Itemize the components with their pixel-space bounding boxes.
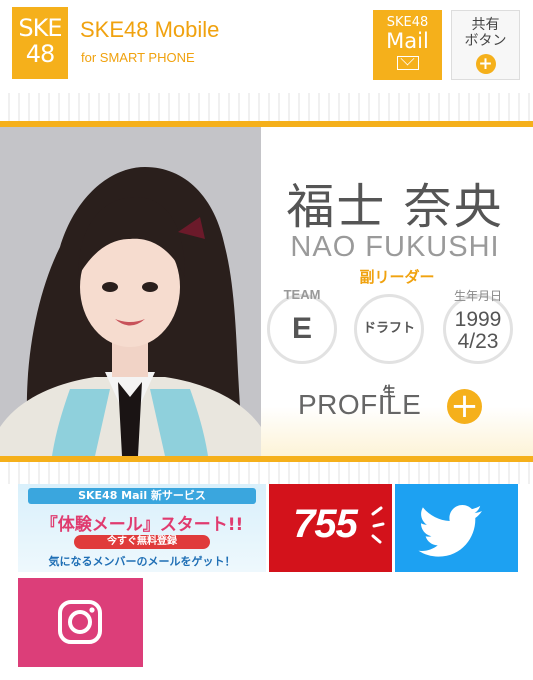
- instagram-icon: [58, 600, 102, 644]
- share-button-line2: ボタン: [464, 33, 507, 49]
- team-badge: E: [267, 294, 337, 364]
- birth-year: 1999: [454, 308, 502, 331]
- site-subtitle: for SMART PHONE: [81, 50, 195, 65]
- share-button-line1: 共有: [471, 17, 500, 33]
- mail-button-line2: Mail: [386, 29, 429, 53]
- app-755-logo: 755: [293, 502, 358, 546]
- team-value: E: [291, 312, 312, 345]
- ske48-mail-button[interactable]: SKE48 Mail: [373, 10, 442, 80]
- logo-text-top: SKE: [18, 14, 62, 42]
- stripe-divider-bottom: [0, 462, 533, 484]
- mail-banner-header: SKE48 Mail 新サービス: [28, 488, 256, 504]
- trial-mail-banner[interactable]: SKE48 Mail 新サービス 『体験メール』スタート!! 今すぐ無料登録 気…: [18, 484, 266, 572]
- site-header: SKE 48 SKE48 Mobile for SMART PHONE SKE4…: [0, 0, 533, 93]
- member-role: 副リーダー: [359, 268, 435, 286]
- birthday-badge: 1999 4/23: [443, 294, 513, 364]
- mail-button-line1: SKE48: [386, 15, 429, 30]
- instagram-link[interactable]: [18, 578, 143, 667]
- sparkle-icon: [371, 506, 385, 544]
- stripe-divider-top: [0, 93, 533, 121]
- draft-badge: ドラフト生: [354, 294, 424, 400]
- member-name-jp: 福士 奈央: [286, 179, 504, 235]
- member-portrait-image: [0, 127, 261, 456]
- app-755-link[interactable]: 755: [269, 484, 392, 572]
- share-button[interactable]: 共有 ボタン +: [451, 10, 520, 80]
- logo-text-bottom: 48: [25, 40, 56, 68]
- member-info-panel: 福士 奈央 NAO FUKUSHI 副リーダー E TEAM ドラフト生 199…: [261, 127, 533, 456]
- birth-date: 4/23: [457, 330, 499, 353]
- mail-banner-headline: 『体験メール』スタート!!: [40, 515, 244, 535]
- member-photo: [0, 127, 261, 456]
- envelope-icon: [396, 56, 419, 70]
- site-title[interactable]: SKE48 Mobile: [80, 17, 219, 43]
- twitter-icon: [418, 505, 482, 557]
- team-caption: TEAM: [283, 287, 321, 302]
- member-name-en: NAO FUKUSHI: [290, 231, 500, 263]
- free-register-button[interactable]: 今すぐ無料登録: [74, 535, 210, 549]
- ske48-logo[interactable]: SKE 48: [12, 7, 68, 79]
- plus-icon[interactable]: +: [447, 389, 482, 424]
- plus-icon: +: [475, 54, 496, 74]
- mail-banner-tagline: 気になるメンバーのメールをゲット！: [48, 555, 236, 568]
- birthday-caption: 生年月日: [453, 289, 502, 303]
- profile-link[interactable]: PROFILE: [298, 389, 421, 421]
- twitter-link[interactable]: [395, 484, 518, 572]
